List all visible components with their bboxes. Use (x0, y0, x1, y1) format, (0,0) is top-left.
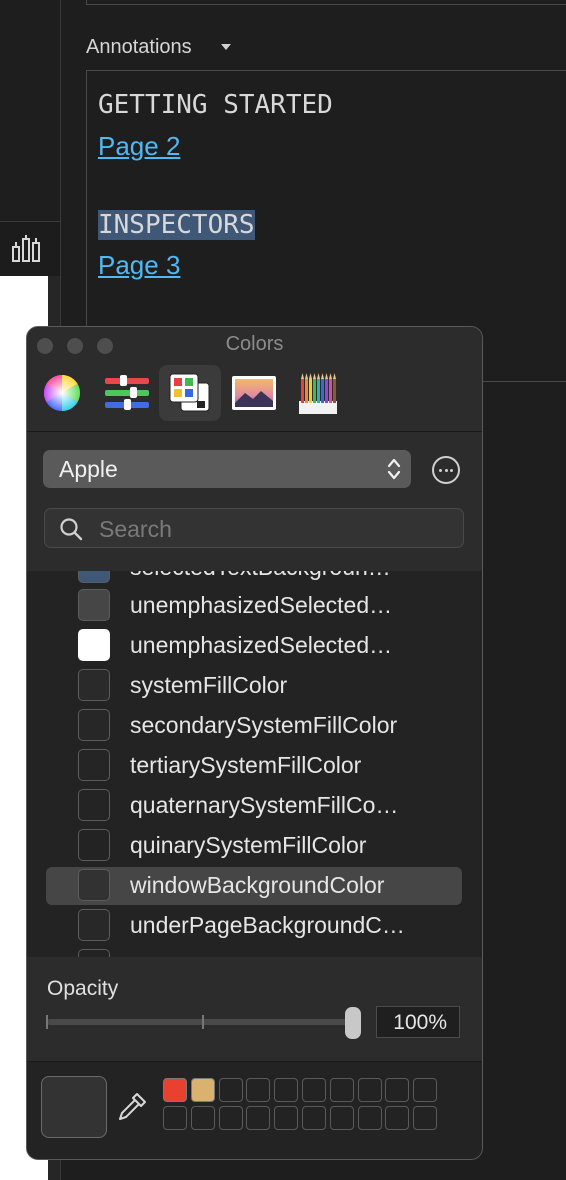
top-field-frame (86, 0, 566, 5)
color-swatch (78, 571, 110, 583)
color-swatch (78, 629, 110, 661)
list-item[interactable]: quinarySystemFillColor (46, 827, 462, 865)
favorite-swatch[interactable] (274, 1078, 299, 1102)
colors-panel: Colors Apple Search unemphasizedSelected… (26, 326, 483, 1160)
pencils-icon (299, 373, 337, 414)
palette-popup-button[interactable]: Apple (43, 450, 411, 488)
opacity-value-field[interactable]: 100% (376, 1006, 460, 1038)
annotation-link[interactable]: Page 3 (98, 248, 180, 282)
inspector-tools-icon[interactable] (8, 233, 44, 265)
toolbar-divider (0, 221, 60, 222)
list-item-selected[interactable]: windowBackgroundColor (46, 867, 462, 905)
color-wheel-icon (43, 375, 81, 411)
opacity-value: 100% (393, 1011, 447, 1034)
opacity-section: Opacity 100% (27, 957, 482, 1062)
opacity-slider-thumb[interactable] (345, 1007, 361, 1039)
selected-text: INSPECTORS (98, 210, 255, 240)
annotation-heading-selected: INSPECTORS (98, 208, 255, 242)
color-wheel-mode-button[interactable] (31, 365, 93, 421)
pencils-mode-button[interactable] (287, 365, 349, 421)
favorite-swatch[interactable] (357, 1078, 382, 1102)
panel-title: Colors (225, 333, 284, 355)
color-swatch (78, 949, 110, 957)
color-swatch (78, 709, 110, 741)
eyedropper-icon[interactable] (115, 1090, 149, 1124)
palette-controls: Apple (27, 432, 482, 572)
chevron-down-icon[interactable] (221, 44, 231, 50)
list-item[interactable]: unemphasizedSelected… (46, 587, 462, 625)
annotation-link[interactable]: Page 2 (98, 129, 180, 163)
color-name: quinarySystemFillColor (130, 832, 367, 858)
color-name: unemphasizedSelected… (130, 592, 393, 618)
ellipsis-icon-dot (444, 469, 448, 472)
up-down-arrows-icon (387, 458, 401, 480)
favorite-swatch[interactable] (329, 1078, 354, 1102)
color-swatch (78, 789, 110, 821)
list-item[interactable] (46, 947, 462, 957)
list-item[interactable]: systemFillColor (46, 667, 462, 705)
favorite-swatch[interactable] (218, 1106, 243, 1130)
palette-popup-value: Apple (59, 456, 118, 482)
color-name: selectedTextBackgroun… (130, 571, 460, 581)
slider-tick (202, 1015, 204, 1029)
favorite-swatch[interactable] (413, 1078, 438, 1102)
favorite-swatch[interactable] (302, 1106, 326, 1130)
color-swatch (78, 909, 110, 941)
opacity-label: Opacity (47, 977, 119, 1000)
color-bottom-bar (27, 1062, 482, 1159)
list-item[interactable]: quaternarySystemFillCo… (46, 787, 462, 825)
slider-tick (46, 1015, 48, 1029)
color-swatch (78, 589, 110, 621)
favorite-swatch[interactable] (329, 1106, 354, 1130)
color-swatch (78, 829, 110, 861)
color-name: tertiarySystemFillColor (130, 752, 362, 778)
favorite-swatch[interactable] (385, 1078, 410, 1102)
search-icon (60, 518, 83, 541)
annotation-heading: GETTING STARTED (98, 90, 333, 120)
favorite-swatch[interactable] (413, 1106, 438, 1130)
color-name: windowBackgroundColor (130, 872, 385, 898)
list-item[interactable]: tertiarySystemFillColor (46, 747, 462, 785)
color-swatch (78, 869, 110, 901)
favorite-swatch[interactable] (302, 1078, 326, 1102)
color-name: systemFillColor (130, 672, 288, 698)
color-palettes-mode-button[interactable] (159, 365, 221, 421)
favorite-swatch[interactable] (163, 1078, 187, 1102)
ellipsis-icon (439, 469, 442, 472)
favorite-swatch[interactable] (246, 1078, 271, 1102)
color-swatch (78, 749, 110, 781)
panel-titlebar: Colors (27, 327, 482, 432)
color-palettes-icon (169, 373, 210, 412)
color-name: secondarySystemFillColor (130, 712, 398, 738)
color-list[interactable]: selectedTextBackgroun… unemphasizedSelec… (27, 571, 482, 957)
color-name: quaternarySystemFillCo… (130, 792, 399, 818)
color-swatch (78, 669, 110, 701)
list-item[interactable]: secondarySystemFillColor (46, 707, 462, 745)
favorite-swatch[interactable] (163, 1106, 187, 1130)
favorite-swatch[interactable] (357, 1106, 382, 1130)
favorite-swatch[interactable] (190, 1106, 215, 1130)
favorite-swatch[interactable] (246, 1106, 271, 1130)
favorite-swatch[interactable] (190, 1078, 215, 1102)
color-sliders-icon (105, 375, 149, 410)
list-item[interactable]: underPageBackgroundC… (46, 907, 462, 945)
color-sliders-mode-button[interactable] (95, 365, 157, 421)
current-color-well[interactable] (41, 1076, 107, 1138)
list-item[interactable]: selectedTextBackgroun… (46, 571, 462, 587)
image-palettes-icon (232, 376, 276, 410)
color-name: underPageBackgroundC… (130, 912, 405, 938)
favorite-swatch[interactable] (274, 1106, 299, 1130)
favorite-swatch[interactable] (218, 1078, 243, 1102)
more-options-button[interactable] (432, 456, 460, 484)
search-input[interactable] (97, 509, 451, 549)
canvas-dark-area (0, 0, 48, 222)
search-field[interactable] (44, 508, 464, 549)
list-item[interactable]: unemphasizedSelected… (46, 627, 462, 665)
favorite-swatch[interactable] (385, 1106, 410, 1130)
annotations-label[interactable]: Annotations (86, 36, 192, 59)
color-name: unemphasizedSelected… (130, 632, 393, 658)
ellipsis-icon-dot (450, 469, 453, 472)
image-palettes-mode-button[interactable] (223, 365, 285, 421)
